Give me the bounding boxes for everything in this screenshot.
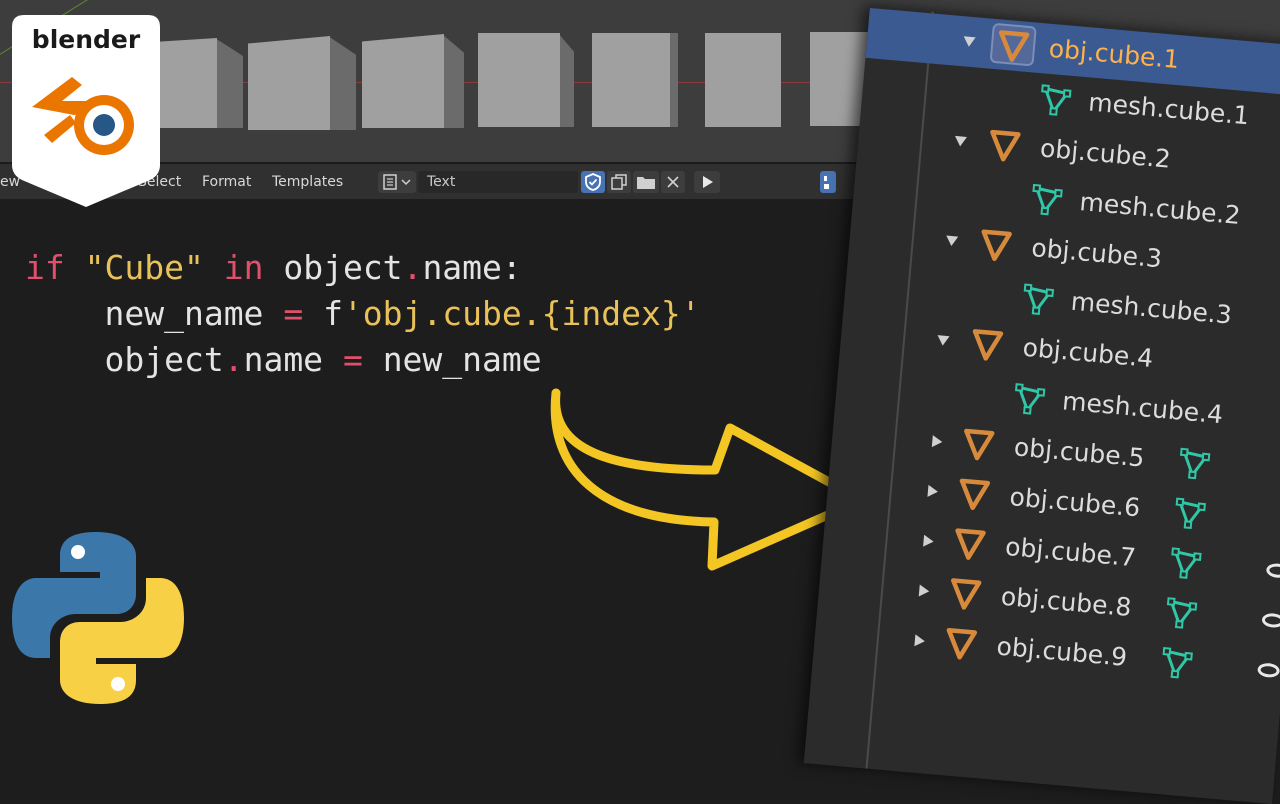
attribute-name: name:: [422, 248, 522, 287]
object-triangle-icon[interactable]: [967, 325, 1006, 368]
shield-icon: [585, 173, 601, 191]
outliner-mesh-name[interactable]: mesh.cube.1: [1087, 87, 1250, 130]
visibility-eye-icon[interactable]: [1265, 562, 1280, 579]
code-line-3: object.name = new_name: [25, 337, 701, 383]
mesh-data-icon[interactable]: [1171, 494, 1208, 535]
expand-arrow-down-icon[interactable]: [962, 36, 976, 48]
dot-operator: .: [402, 248, 423, 287]
outliner-object-name[interactable]: obj.cube.6: [1009, 482, 1142, 522]
object-triangle-icon[interactable]: [954, 474, 993, 517]
duplicate-icon: [611, 174, 627, 190]
outliner-object-name[interactable]: obj.cube.3: [1030, 233, 1163, 273]
mesh-data-icon[interactable]: [1158, 644, 1195, 685]
object-triangle-icon[interactable]: [976, 225, 1015, 268]
blender-wordmark: blender: [32, 25, 141, 54]
play-icon: [703, 176, 713, 188]
visibility-eye-icon[interactable]: [1261, 612, 1280, 629]
code-editor[interactable]: if "Cube" in object.name: new_name = f'o…: [25, 245, 701, 383]
outliner-object-name[interactable]: obj.cube.1: [1048, 34, 1181, 74]
blender-logo: blender: [12, 15, 160, 207]
outliner-object-name[interactable]: obj.cube.7: [1004, 532, 1137, 572]
expand-arrow-right-icon[interactable]: [914, 634, 926, 648]
assign-operator: =: [342, 340, 363, 379]
outliner-mesh-name[interactable]: mesh.cube.4: [1061, 386, 1224, 429]
text-datablock-name: Text: [427, 174, 456, 190]
close-icon: [667, 176, 679, 188]
expand-arrow-right-icon[interactable]: [927, 484, 939, 498]
expand-arrow-down-icon[interactable]: [945, 235, 959, 247]
code-line-1: if "Cube" in object.name:: [25, 245, 701, 291]
object-triangle-icon[interactable]: [950, 524, 989, 567]
string-literal: "Cube": [84, 248, 204, 287]
outliner-object-name[interactable]: obj.cube.2: [1039, 133, 1172, 173]
python-logo-icon: [10, 530, 186, 706]
open-text-button[interactable]: [633, 171, 659, 193]
line-numbers-toggle[interactable]: [820, 171, 836, 193]
expand-arrow-down-icon[interactable]: [936, 335, 950, 347]
assign-operator: =: [283, 294, 304, 333]
expand-arrow-down-icon[interactable]: [954, 135, 967, 147]
mesh-data-icon[interactable]: [1037, 81, 1074, 122]
mesh-data-icon[interactable]: [1176, 445, 1213, 486]
outliner-object-name[interactable]: obj.cube.9: [995, 632, 1128, 672]
mesh-data-icon[interactable]: [1028, 181, 1065, 222]
fstring-prefix: f: [323, 294, 343, 333]
text-datablock-field[interactable]: Text: [418, 171, 578, 193]
object-triangle-icon[interactable]: [993, 26, 1032, 69]
mesh-data-icon[interactable]: [1011, 380, 1048, 421]
expand-arrow-right-icon[interactable]: [923, 534, 935, 548]
outliner-panel[interactable]: obj.cube.1 mesh.cube.1 obj.cube.2 mesh.cube…: [803, 6, 1280, 804]
line-numbers-icon: [824, 176, 829, 189]
visibility-eye-icon[interactable]: [1257, 662, 1280, 679]
text-browse-button[interactable]: [378, 171, 416, 193]
identifier-new-name: new_name: [104, 294, 264, 333]
code-line-2: new_name = f'obj.cube.{index}': [25, 291, 701, 337]
expand-arrow-right-icon[interactable]: [931, 435, 943, 448]
menu-templates[interactable]: Templates: [272, 174, 343, 190]
dot-operator: .: [223, 340, 244, 379]
object-triangle-icon[interactable]: [945, 574, 984, 617]
identifier-new-name: new_name: [382, 340, 542, 379]
text-document-icon: [383, 174, 411, 190]
identifier-object: object: [104, 340, 224, 379]
outliner-mesh-name[interactable]: mesh.cube.2: [1078, 187, 1241, 230]
new-text-button[interactable]: [607, 171, 631, 193]
folder-icon: [637, 177, 655, 189]
mesh-data-icon[interactable]: [1163, 594, 1200, 635]
expand-arrow-right-icon[interactable]: [918, 584, 930, 598]
unlink-text-button[interactable]: [661, 171, 685, 193]
outliner-object-name[interactable]: obj.cube.8: [1000, 582, 1133, 622]
object-triangle-icon[interactable]: [941, 624, 980, 667]
fstring-literal: 'obj.cube.{index}': [342, 294, 701, 333]
mesh-data-icon[interactable]: [1167, 544, 1204, 585]
identifier-object: object: [283, 248, 403, 287]
outliner-mesh-name[interactable]: mesh.cube.3: [1070, 287, 1233, 330]
fake-user-button[interactable]: [581, 171, 605, 193]
keyword-if: if: [25, 248, 65, 287]
run-script-button[interactable]: [694, 171, 720, 193]
attribute-name: name: [243, 340, 324, 379]
outliner-object-name[interactable]: obj.cube.4: [1022, 333, 1155, 373]
outliner-object-name[interactable]: obj.cube.5: [1013, 432, 1146, 472]
mesh-data-icon[interactable]: [1019, 280, 1056, 321]
keyword-in: in: [223, 248, 264, 287]
menu-format[interactable]: Format: [202, 174, 251, 190]
object-triangle-icon[interactable]: [985, 126, 1024, 169]
object-triangle-icon[interactable]: [958, 425, 997, 468]
